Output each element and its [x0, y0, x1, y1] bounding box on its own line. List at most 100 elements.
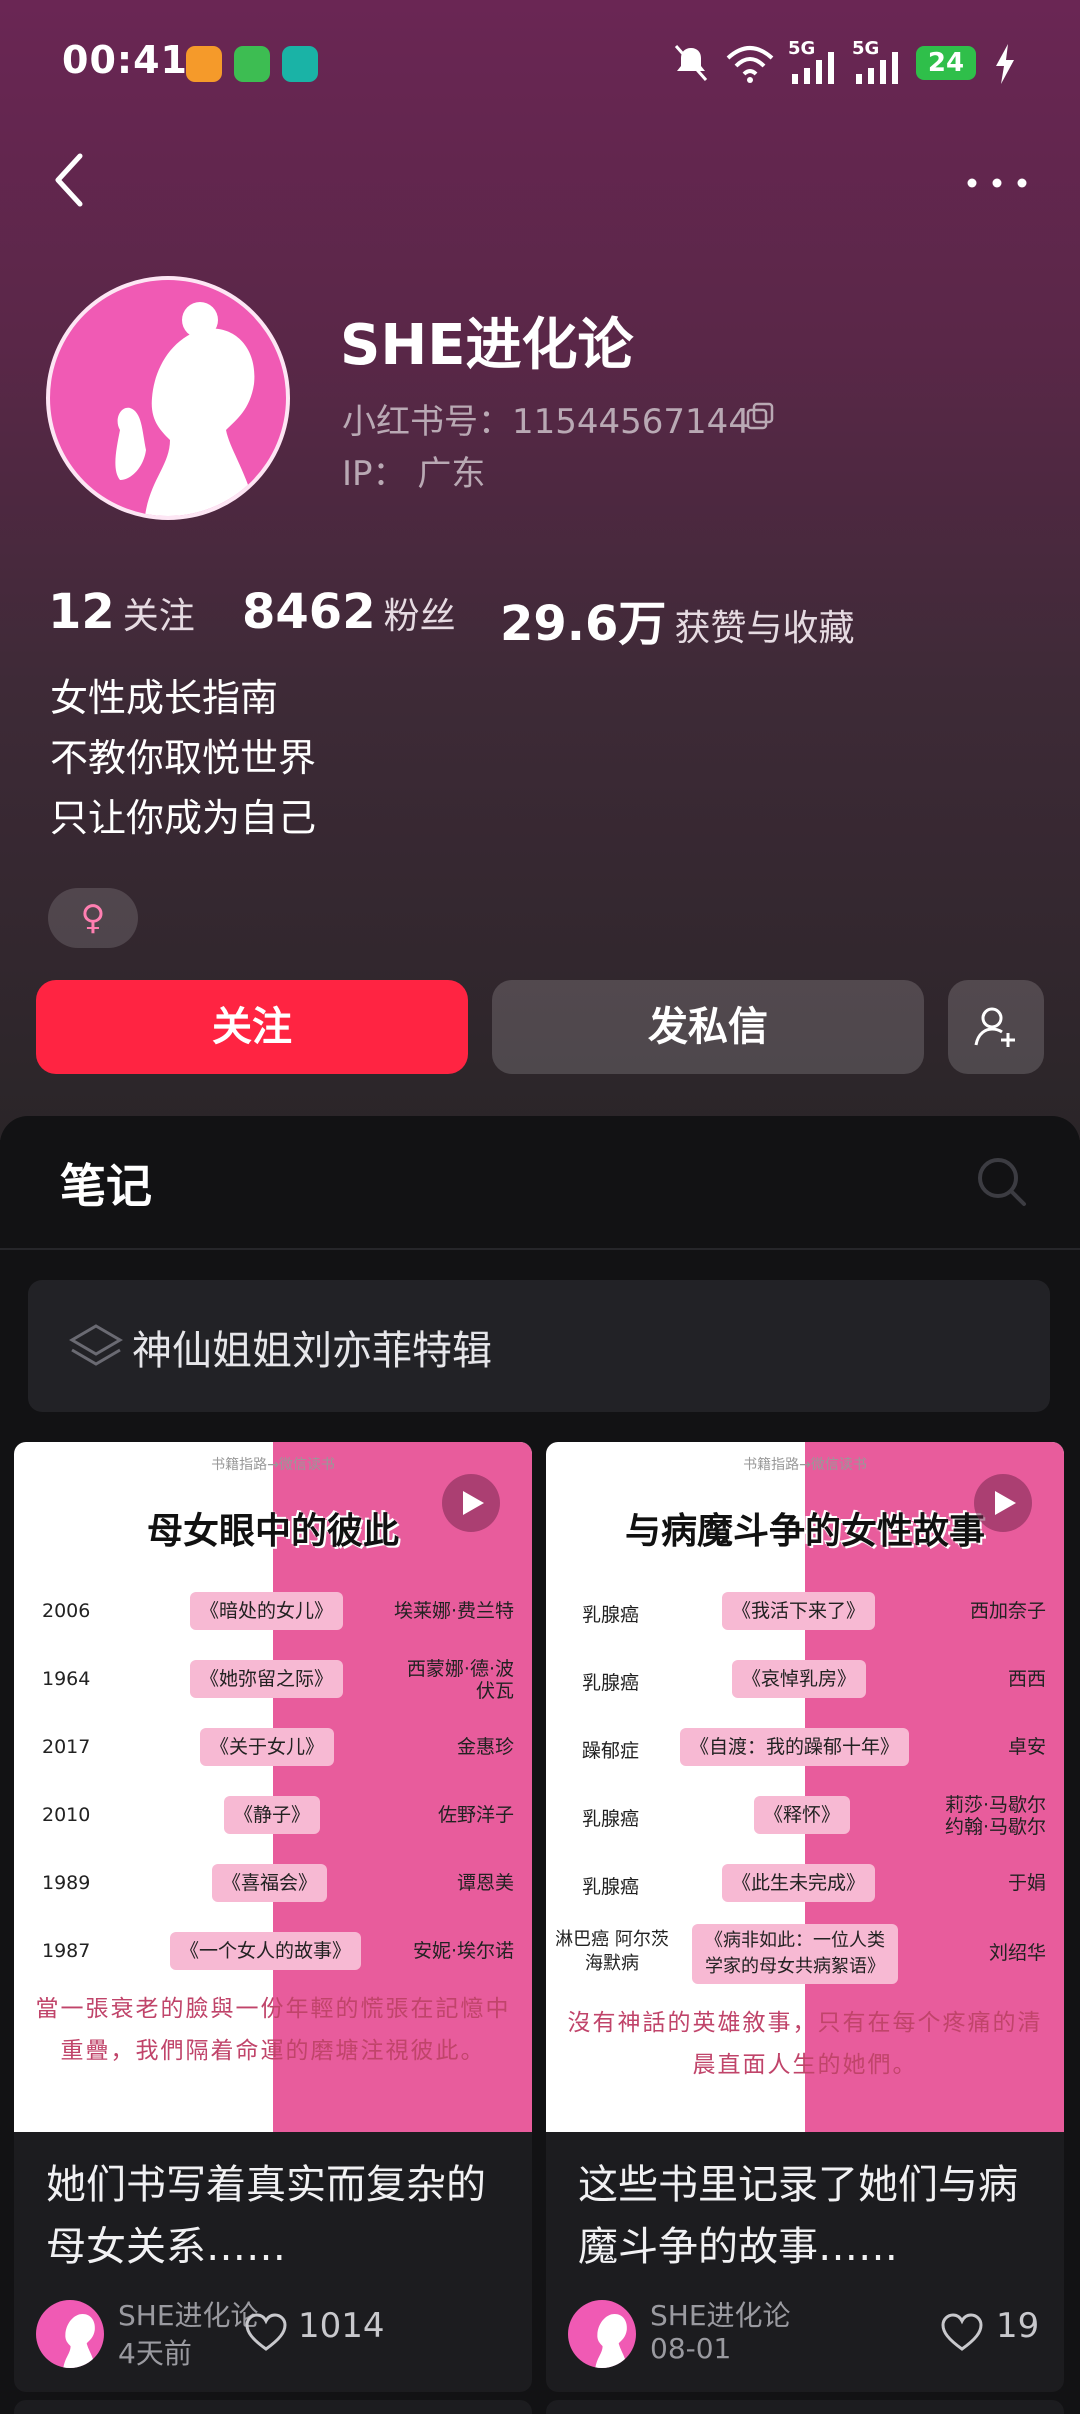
cover-quote: 當一張衰老的臉與一份年輕的慌張在記憶中重疊，我們隔着命運的磨塘注視彼此。: [35, 1996, 511, 2064]
book-title: 《释怀》: [754, 1796, 851, 1834]
book-row: 2010 《静子》 佐野洋子: [14, 1794, 532, 1838]
signal-icon: [792, 52, 834, 84]
note-card-next[interactable]: [14, 2400, 532, 2414]
profile-header-background: [0, 0, 1080, 1140]
stat-followers-label: 粉丝: [383, 596, 456, 637]
play-icon: [974, 1474, 1032, 1532]
book-year: 2017: [42, 1736, 91, 1758]
note-card-next[interactable]: [546, 2400, 1064, 2414]
book-author: 卓安: [1007, 1736, 1046, 1758]
status-bar: 00:41 5G 5G 24: [0, 0, 1080, 120]
book-row: 乳腺癌 《我活下来了》 西加奈子: [546, 1590, 1064, 1634]
stat-following-count: 12: [48, 584, 115, 640]
stat-likes-collects[interactable]: 29.6万 获赞与收藏: [500, 584, 854, 654]
book-row: 1987 《一个女人的故事》 安妮·埃尔诺: [14, 1930, 532, 1974]
divider: [0, 1248, 1080, 1250]
book-author: 安妮·埃尔诺: [412, 1940, 514, 1962]
book-author: 刘绍华: [988, 1942, 1046, 1964]
heart-icon[interactable]: [244, 2312, 288, 2352]
message-button[interactable]: 发私信: [492, 980, 924, 1074]
note-cover-image[interactable]: 书籍指路→微信读书 与病魔斗争的女性故事 乳腺癌 《我活下来了》 西加奈子 乳腺…: [546, 1442, 1064, 2132]
phone-notification-icon: [282, 46, 318, 82]
stat-following-label: 关注: [122, 596, 195, 637]
note-title[interactable]: 她们书写着真实而复杂的母女关系……: [46, 2154, 516, 2278]
search-icon[interactable]: [974, 1154, 1028, 1208]
book-year: 1989: [42, 1872, 91, 1894]
book-author: 莉莎·马歇尔 约翰·马歇尔: [944, 1794, 1046, 1838]
stat-followers[interactable]: 8462 粉丝: [242, 584, 456, 640]
back-icon[interactable]: [50, 150, 90, 210]
book-row: 1964 《她弥留之际》 西蒙娜·德·波伏瓦: [14, 1658, 532, 1702]
book-title: 《她弥留之际》: [190, 1660, 344, 1698]
book-title: 《病非如此：一位人类学家的母女共病絮语》: [692, 1924, 898, 1984]
book-title: 《喜福会》: [212, 1864, 328, 1902]
book-row: 2017 《关于女儿》 金惠珍: [14, 1726, 532, 1770]
woman-silhouette-icon: [63, 2313, 96, 2368]
note-card[interactable]: 书籍指路→微信读书 与病魔斗争的女性故事 乳腺癌 《我活下来了》 西加奈子 乳腺…: [546, 1442, 1064, 2392]
book-year: 1987: [42, 1940, 91, 1962]
book-author: 埃莱娜·费兰特: [393, 1600, 514, 1622]
stat-followers-count: 8462: [242, 584, 376, 640]
book-author: 西西: [1007, 1668, 1046, 1690]
author-avatar[interactable]: [36, 2300, 104, 2368]
woman-silhouette-icon: [595, 2313, 628, 2368]
like-count: 1014: [298, 2306, 385, 2346]
disease-label: 乳腺癌: [582, 1808, 640, 1830]
note-cover-image[interactable]: 书籍指路→微信读书 母女眼中的彼此 2006 《暗处的女儿》 埃莱娜·费兰特 1…: [14, 1442, 532, 2132]
book-title: 《静子》: [224, 1796, 321, 1834]
disease-label: 乳腺癌: [582, 1876, 640, 1898]
profile-name: SHE进化论: [340, 313, 634, 378]
book-year: 1964: [42, 1668, 91, 1690]
cover-source-text: 书籍指路→微信读书: [743, 1457, 867, 1473]
message-notification-icon: [234, 46, 270, 82]
profile-avatar[interactable]: [46, 276, 290, 520]
profile-red-id: 小红书号：11544567144: [342, 402, 750, 442]
gender-female-tag: ♀: [48, 888, 138, 948]
more-options-icon[interactable]: [962, 168, 1032, 198]
add-friend-button[interactable]: [948, 980, 1044, 1074]
book-row: 乳腺癌 《哀悼乳房》 西西: [546, 1658, 1064, 1702]
book-row: 1989 《喜福会》 谭恩美: [14, 1862, 532, 1906]
bio-line: 只让你成为自己: [50, 796, 317, 840]
cover-source-text: 书籍指路→微信读书: [211, 1457, 335, 1473]
note-card[interactable]: 书籍指路→微信读书 母女眼中的彼此 2006 《暗处的女儿》 埃莱娜·费兰特 1…: [14, 1442, 532, 2392]
book-row: 淋巴癌 阿尔茨海默病 《病非如此：一位人类学家的母女共病絮语》 刘绍华: [546, 1924, 1064, 1984]
book-author: 西加奈子: [969, 1600, 1046, 1622]
profile-ip-location: IP： 广东: [342, 454, 486, 494]
layers-icon: [69, 1324, 123, 1366]
disease-label: 乳腺癌: [582, 1604, 640, 1626]
book-author: 金惠珍: [456, 1736, 514, 1758]
book-author: 西蒙娜·德·波伏瓦: [406, 1658, 514, 1702]
status-time: 00:41: [62, 38, 188, 82]
author-name[interactable]: SHE进化论: [118, 2294, 259, 2334]
stat-following[interactable]: 12 关注: [48, 584, 195, 640]
bio-line: 不教你取悦世界: [50, 736, 317, 780]
book-title: 《关于女儿》: [200, 1728, 335, 1766]
book-title: 《此生未完成》: [722, 1864, 876, 1902]
charging-icon: [996, 44, 1014, 84]
heart-icon[interactable]: [940, 2312, 984, 2352]
stat-likes-label: 获赞与收藏: [674, 608, 855, 649]
bio-line: 女性成长指南: [50, 676, 279, 720]
disease-label: 乳腺癌: [582, 1672, 640, 1694]
copy-icon[interactable]: [746, 402, 776, 432]
book-row: 躁郁症 《自渡：我的躁郁十年》 卓安: [546, 1726, 1064, 1770]
mute-icon: [674, 45, 708, 81]
author-name[interactable]: SHE进化论: [650, 2294, 791, 2334]
tab-notes[interactable]: 笔记: [60, 1150, 152, 1216]
stat-likes-count: 29.6万: [500, 596, 667, 652]
note-title[interactable]: 这些书里记录了她们与病魔斗争的故事……: [578, 2154, 1048, 2278]
follow-button[interactable]: 关注: [36, 980, 468, 1074]
app-notification-icon: [186, 46, 222, 82]
battery-level: 24: [916, 46, 976, 80]
book-year: 2006: [42, 1600, 91, 1622]
author-avatar[interactable]: [568, 2300, 636, 2368]
book-year: 2010: [42, 1804, 91, 1826]
book-row: 乳腺癌 《释怀》 莉莎·马歇尔 约翰·马歇尔: [546, 1794, 1064, 1838]
book-author: 谭恩美: [456, 1872, 514, 1894]
book-row: 2006 《暗处的女儿》 埃莱娜·费兰特: [14, 1590, 532, 1634]
book-title: 《一个女人的故事》: [170, 1932, 362, 1970]
disease-label: 躁郁症: [582, 1740, 640, 1762]
profile-bio: 女性成长指南 不教你取悦世界 只让你成为自己: [50, 668, 316, 848]
collection-label: 神仙姐姐刘亦菲特辑: [132, 1328, 492, 1374]
